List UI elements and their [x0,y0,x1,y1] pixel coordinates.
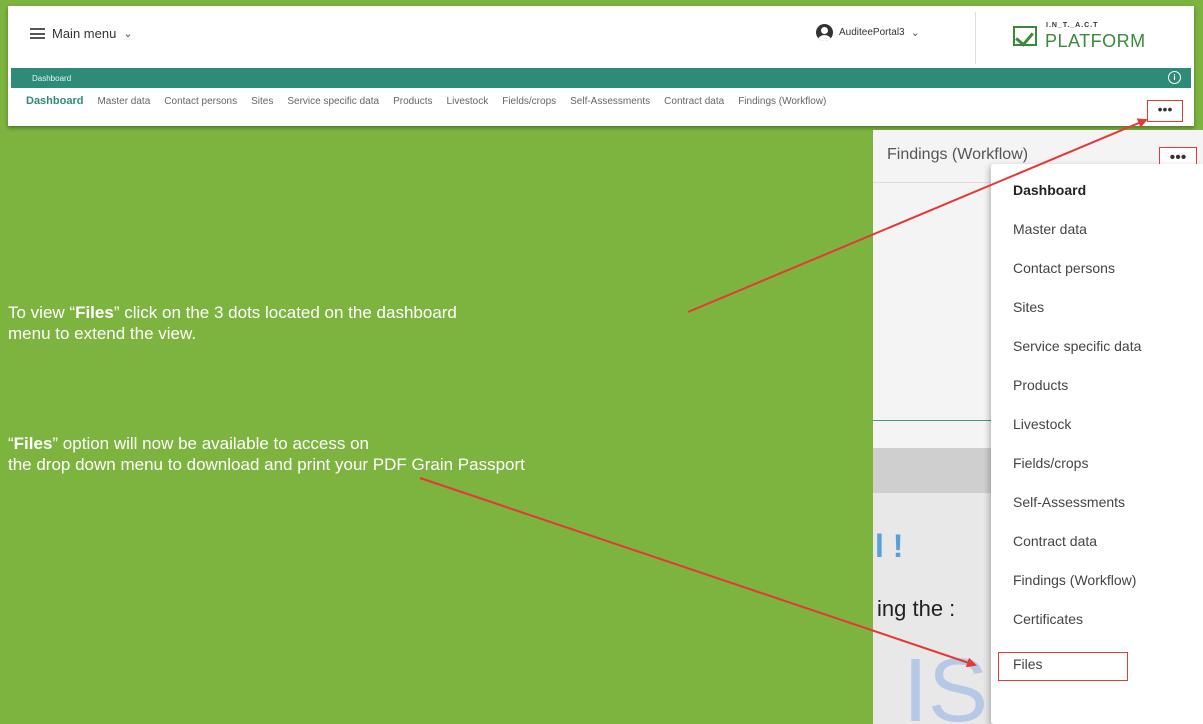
arrow-to-files-item [419,477,977,668]
arrow-to-more-button [687,118,1148,313]
annotation-arrows [419,118,1148,668]
